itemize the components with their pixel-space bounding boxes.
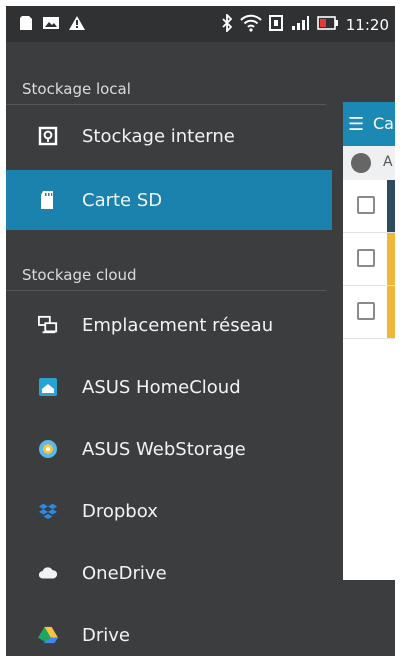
checkbox[interactable] bbox=[357, 249, 375, 267]
checkbox[interactable] bbox=[357, 302, 375, 320]
drawer-item-sd-card[interactable]: Carte SD bbox=[6, 170, 332, 230]
drawer-item-google-drive[interactable]: Drive bbox=[6, 605, 332, 656]
sim-icon bbox=[268, 15, 283, 35]
list-item[interactable] bbox=[343, 180, 395, 233]
folder-path-icon bbox=[351, 153, 371, 173]
sd-card-icon bbox=[38, 190, 58, 210]
list-item[interactable] bbox=[343, 233, 395, 286]
drawer-item-label: Emplacement réseau bbox=[82, 314, 274, 336]
divider bbox=[6, 290, 326, 291]
drawer-item-label: ASUS WebStorage bbox=[82, 438, 246, 460]
dropbox-icon bbox=[38, 501, 58, 521]
bluetooth-icon bbox=[221, 12, 233, 36]
drawer-item-asus-webstorage[interactable]: ASUS WebStorage bbox=[6, 419, 332, 479]
divider bbox=[6, 104, 326, 105]
sd-notification-icon bbox=[18, 15, 34, 35]
drawer-item-label: ASUS HomeCloud bbox=[82, 376, 241, 398]
phone-screen: 11:20 ☰ Ca A Stockage local Stockage int… bbox=[6, 6, 395, 656]
thumbnail bbox=[387, 286, 395, 338]
navigation-drawer: Stockage local Stockage interne Carte SD… bbox=[6, 42, 332, 656]
drawer-item-asus-homecloud[interactable]: ASUS HomeCloud bbox=[6, 357, 332, 417]
section-local-storage: Stockage local bbox=[22, 80, 131, 98]
signal-icon bbox=[290, 15, 310, 35]
drawer-item-dropbox[interactable]: Dropbox bbox=[6, 481, 332, 541]
drawer-item-label: OneDrive bbox=[82, 562, 167, 584]
battery-icon bbox=[316, 16, 339, 34]
drawer-item-label: Carte SD bbox=[82, 189, 163, 211]
internal-storage-icon bbox=[38, 126, 58, 146]
warning-icon bbox=[68, 15, 86, 35]
thumbnail bbox=[387, 233, 395, 285]
file-manager-background: ☰ Ca A bbox=[343, 102, 395, 580]
list-item[interactable] bbox=[343, 286, 395, 339]
image-notification-icon bbox=[42, 15, 60, 35]
app-title: Ca bbox=[373, 114, 394, 133]
onedrive-icon bbox=[38, 563, 58, 583]
hamburger-menu-icon[interactable]: ☰ bbox=[348, 114, 364, 135]
section-cloud-storage: Stockage cloud bbox=[22, 266, 137, 284]
asus-webstorage-icon bbox=[38, 439, 58, 459]
drawer-item-internal-storage[interactable]: Stockage interne bbox=[6, 106, 332, 166]
clock: 11:20 bbox=[345, 16, 389, 34]
drawer-item-label: Stockage interne bbox=[82, 125, 235, 147]
drawer-item-onedrive[interactable]: OneDrive bbox=[6, 543, 332, 603]
google-drive-icon bbox=[38, 625, 58, 645]
drawer-item-label: Drive bbox=[82, 624, 130, 646]
app-toolbar: ☰ Ca bbox=[343, 102, 395, 146]
drawer-item-label: Dropbox bbox=[82, 500, 158, 522]
network-location-icon bbox=[38, 315, 58, 335]
asus-homecloud-icon bbox=[38, 377, 58, 397]
status-bar: 11:20 bbox=[6, 6, 395, 42]
drawer-item-network-location[interactable]: Emplacement réseau bbox=[6, 295, 332, 355]
checkbox[interactable] bbox=[357, 196, 375, 214]
path-bar: A bbox=[343, 146, 395, 180]
path-text: A bbox=[383, 154, 393, 170]
thumbnail bbox=[387, 180, 395, 232]
wifi-icon bbox=[240, 14, 262, 36]
